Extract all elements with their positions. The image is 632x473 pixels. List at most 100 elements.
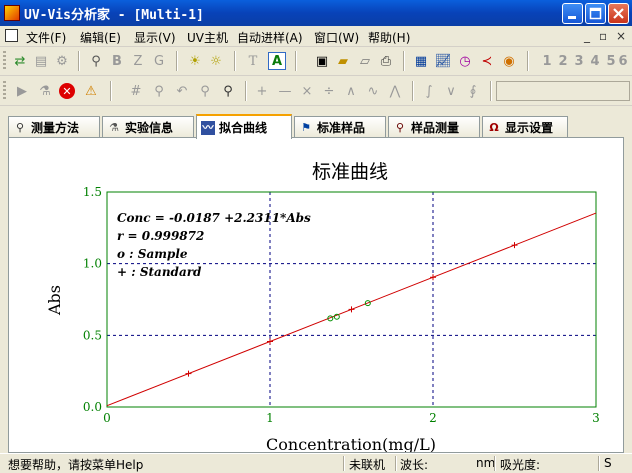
x-tick-label: 1 [266, 411, 274, 425]
printer-icon[interactable]: ⎙ [377, 52, 395, 70]
zoom-icon[interactable]: ⚲ [150, 82, 168, 100]
graph-icon[interactable]: 📈︎ [434, 52, 452, 70]
chart-panel: 标准曲线 0.0 0.5 1.0 1.5 0 1 2 3 Abs Concentration… [8, 137, 624, 454]
flag-icon: ⚑ [301, 120, 311, 134]
peak-icon[interactable]: ≺ [478, 52, 496, 70]
autozero-icon[interactable]: ⚗ [36, 82, 54, 100]
play-icon[interactable]: ▶ [13, 82, 31, 100]
stop-icon[interactable]: ✕ [59, 83, 75, 99]
print-icon[interactable]: ▤ [32, 52, 50, 70]
status-bar: 想要帮助，请按菜单Help 未联机 波长: nm 吸光度: S [0, 453, 632, 472]
lamp-off-icon[interactable]: ☼ [207, 52, 225, 70]
y-tick-label: 1.5 [83, 185, 102, 199]
status-absorbance-label: 吸光度: [500, 458, 541, 472]
clock-icon[interactable]: ◷ [456, 52, 474, 70]
y-tick-label: 0.0 [83, 400, 102, 414]
text-button[interactable]: T [244, 52, 262, 70]
x-tick-label: 0 [103, 411, 111, 425]
menu-window[interactable]: 窗口(W) [314, 29, 359, 46]
tab-sample-measure[interactable]: ⚲ 样品测量 [388, 116, 480, 138]
standard-point [267, 338, 273, 345]
status-connection: 未联机 [349, 458, 386, 472]
save-icon[interactable]: ▣ [313, 52, 331, 70]
equation-text: Conc = -0.0187 +2.2311*Abs [117, 211, 311, 225]
tab-display-settings[interactable]: Ω 显示设置 [482, 116, 568, 138]
minimize-button[interactable] [562, 3, 583, 24]
tab-fit-curve[interactable]: 〰拟合曲线 [196, 114, 292, 139]
menu-help[interactable]: 帮助(H) [368, 29, 410, 46]
gain-icon[interactable]: G [150, 52, 168, 70]
channel-6-button[interactable]: 6 [616, 52, 630, 70]
test-tube-icon: ⚲ [395, 120, 405, 134]
close-button[interactable] [608, 3, 629, 24]
status-mode: S [604, 456, 612, 470]
tab-label: 标准样品 [317, 121, 366, 135]
zero-icon[interactable]: Z [129, 52, 147, 70]
standard-curve-chart[interactable]: 标准曲线 0.0 0.5 1.0 1.5 0 1 2 3 Abs Concentration… [9, 138, 623, 454]
mdi-restore-button[interactable]: ▫ [599, 29, 607, 43]
status-wavelength-label: 波长: [400, 458, 429, 472]
legend-sample: o : Sample [117, 247, 188, 261]
toolbar-field[interactable] [496, 81, 630, 101]
annotation-button[interactable]: A [268, 52, 286, 70]
tab-experiment-info[interactable]: ⚗ 实验信息 [102, 116, 194, 138]
tab-standard-sample[interactable]: ⚑ 标准样品 [294, 116, 386, 138]
window-title: UV-Vis分析家 - [Multi-1] [24, 8, 204, 23]
derivative-icon[interactable]: ∿ [364, 82, 382, 100]
y-tick-label: 0.5 [83, 328, 102, 342]
wrench-icon: ⚲ [15, 120, 25, 134]
menu-view[interactable]: 显示(V) [134, 29, 176, 46]
warning-icon[interactable]: ⚠ [82, 82, 100, 100]
document-icon[interactable] [5, 29, 18, 42]
tab-label: 拟合曲线 [219, 121, 268, 135]
curve-icon: 〰 [201, 120, 215, 135]
tab-method[interactable]: ⚲ 测量方法 [8, 116, 100, 138]
add-icon[interactable]: + [253, 82, 271, 100]
open-folder-icon[interactable]: ▰ [334, 52, 352, 70]
integral-icon[interactable]: ∮ [464, 82, 482, 100]
legend-standard: + : Standard [117, 265, 202, 279]
status-wavelength-unit: nm [476, 456, 496, 470]
lamp-on-icon[interactable]: ☀ [186, 52, 204, 70]
baseline-icon[interactable]: B [108, 52, 126, 70]
spectrum-icon[interactable]: ∫ [420, 82, 438, 100]
mdi-close-button[interactable]: × [616, 29, 626, 43]
smooth-icon[interactable]: ∧ [342, 82, 360, 100]
peak-pick-icon[interactable]: ⋀ [386, 82, 404, 100]
x-tick-label: 3 [592, 411, 600, 425]
main-toolbar: ⇄ ▤ ⚙ ⚲ B Z G ☀ ☼ T A ▣ ▰ ▱ ⎙ ▦ 📈︎ ◷ ≺ ◉… [0, 47, 632, 76]
search-icon[interactable]: ⚲ [87, 52, 105, 70]
folder-icon[interactable]: ▱ [356, 52, 374, 70]
measure-toolbar: ▶ ⚗ ✕ ⚠ # ⚲ ↶ ⚲ ⚲ + — × ÷ ∧ ∿ ⋀ ∫ ∨ ∮ [0, 77, 632, 106]
maximize-button[interactable] [585, 3, 606, 24]
menu-autosampler[interactable]: 自动进样(A) [237, 29, 303, 46]
subtract-icon[interactable]: — [276, 82, 294, 100]
menu-edit[interactable]: 编辑(E) [80, 29, 121, 46]
toolbar-grip[interactable] [3, 51, 6, 71]
grid-icon[interactable]: # [127, 82, 145, 100]
x-axis-ticks: 0 1 2 3 [103, 411, 600, 425]
equation-block: Conc = -0.0187 +2.2311*Abs r = 0.999872 … [117, 211, 311, 279]
connect-icon[interactable]: ⇄ [11, 52, 29, 70]
toolbar-grip[interactable] [3, 81, 6, 101]
standard-point [185, 370, 192, 377]
undo-icon[interactable]: ↶ [173, 82, 191, 100]
mdi-minimize-button[interactable]: _ [584, 29, 590, 43]
valley-icon[interactable]: ∨ [442, 82, 460, 100]
multiply-icon[interactable]: × [298, 82, 316, 100]
standard-point [430, 274, 436, 281]
tab-label: 测量方法 [31, 121, 80, 135]
tab-label: 样品测量 [411, 121, 460, 135]
flask-icon: ⚗ [109, 120, 119, 134]
globe-icon[interactable]: ◉ [500, 52, 518, 70]
divide-icon[interactable]: ÷ [320, 82, 338, 100]
standard-point [511, 242, 518, 249]
menu-file[interactable]: 文件(F) [26, 29, 66, 46]
zoom-out-icon[interactable]: ⚲ [196, 82, 214, 100]
title-bar: UV-Vis分析家 - [Multi-1] [0, 0, 632, 26]
menu-uv-host[interactable]: UV主机 [187, 29, 228, 46]
zoom-in-icon[interactable]: ⚲ [219, 82, 237, 100]
gear-icon[interactable]: ⚙ [53, 52, 71, 70]
table-icon[interactable]: ▦ [412, 52, 430, 70]
omega-icon: Ω [489, 120, 499, 134]
